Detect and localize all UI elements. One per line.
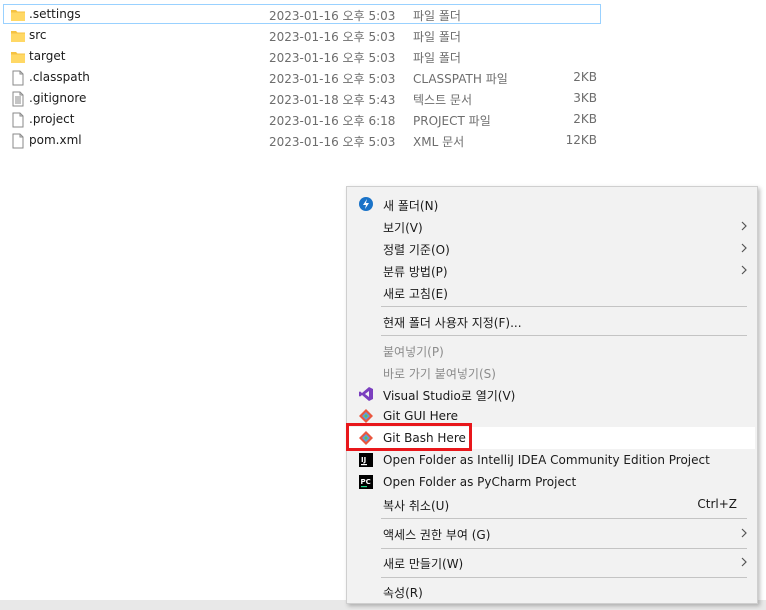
file-icon [12, 70, 24, 86]
file-row[interactable]: pom.xml 2023-01-16 오후 5:03 XML 문서 12KB [3, 130, 601, 150]
menu-separator [381, 518, 747, 519]
menu-item-group-by[interactable]: 분류 방법(P) [349, 259, 755, 281]
menu-item-open-pycharm[interactable]: PC Open Folder as PyCharm Project [349, 471, 755, 493]
menu-item-label: Open Folder as PyCharm Project [383, 475, 577, 489]
menu-item-view[interactable]: 보기(V) [349, 215, 755, 237]
menu-item-properties[interactable]: 속성(R) [349, 580, 755, 602]
file-name: .settings [29, 7, 81, 21]
file-name: src [29, 28, 47, 42]
menu-item-label: 분류 방법(P) [383, 265, 448, 279]
file-date: 2023-01-16 오후 5:03 [269, 51, 396, 65]
menu-item-new[interactable]: 새로 만들기(W) [349, 551, 755, 573]
file-row[interactable]: src 2023-01-16 오후 5:03 파일 폴더 [3, 25, 601, 45]
menu-item-label: Git GUI Here [383, 409, 459, 423]
menu-item-customize-folder[interactable]: 현재 폴더 사용자 지정(F)... [349, 310, 755, 332]
context-menu: 새 폴더(N) 보기(V) 정렬 기준(O) 분류 방법(P) 새로 고침(E)… [346, 186, 758, 604]
file-date: 2023-01-16 오후 5:03 [269, 72, 396, 86]
new-folder-icon [359, 197, 373, 211]
file-date: 2023-01-16 오후 5:03 [269, 135, 396, 149]
file-type: 파일 폴더 [413, 30, 461, 44]
svg-text:PC: PC [361, 478, 371, 486]
menu-item-new-folder[interactable]: 새 폴더(N) [349, 193, 755, 215]
pycharm-icon: PC [359, 475, 373, 489]
file-size: 2KB [573, 112, 597, 126]
menu-item-open-visual-studio[interactable]: Visual Studio로 열기(V) [349, 383, 755, 405]
chevron-right-icon [741, 528, 747, 538]
menu-item-label: Open Folder as IntelliJ IDEA Community E… [383, 453, 710, 467]
chevron-right-icon [741, 243, 747, 253]
menu-item-label: 붙여넣기(P) [383, 345, 444, 359]
file-type: 파일 폴더 [413, 9, 461, 23]
file-icon [12, 133, 24, 149]
menu-item-label: 액세스 권한 부여 (G) [383, 528, 491, 542]
file-date: 2023-01-16 오후 5:03 [269, 9, 396, 23]
file-size: 3KB [573, 91, 597, 105]
menu-item-open-intellij[interactable]: IJ Open Folder as IntelliJ IDEA Communit… [349, 449, 755, 471]
menu-item-label: 현재 폴더 사용자 지정(F)... [383, 316, 522, 330]
menu-item-label: 새 폴더(N) [383, 199, 439, 213]
menu-item-label: 복사 취소(U) [383, 499, 450, 513]
menu-item-paste-shortcut: 바로 가기 붙여넣기(S) [349, 361, 755, 383]
file-type: XML 문서 [413, 135, 465, 149]
menu-item-label: 정렬 기준(O) [383, 243, 450, 257]
menu-item-label: 새로 만들기(W) [383, 557, 464, 571]
intellij-icon: IJ [359, 453, 373, 467]
file-date: 2023-01-16 오후 5:03 [269, 30, 396, 44]
visual-studio-icon [359, 387, 373, 401]
chevron-right-icon [741, 265, 747, 275]
menu-separator [381, 577, 747, 578]
menu-item-undo-copy[interactable]: 복사 취소(U) Ctrl+Z [349, 493, 755, 515]
file-size: 12KB [565, 133, 597, 147]
file-type: 텍스트 문서 [413, 93, 473, 107]
folder-icon [11, 52, 25, 63]
folder-icon [11, 31, 25, 42]
file-name: pom.xml [29, 133, 82, 147]
menu-item-sort-by[interactable]: 정렬 기준(O) [349, 237, 755, 259]
file-row[interactable]: .settings 2023-01-16 오후 5:03 파일 폴더 [3, 4, 601, 24]
file-name: .gitignore [29, 91, 87, 105]
menu-item-shortcut: Ctrl+Z [697, 497, 737, 511]
chevron-right-icon [741, 221, 747, 231]
file-type: PROJECT 파일 [413, 114, 491, 128]
menu-separator [381, 306, 747, 307]
file-type: CLASSPATH 파일 [413, 72, 508, 86]
file-name: .project [29, 112, 75, 126]
menu-item-label: 새로 고침(E) [383, 287, 448, 301]
file-type: 파일 폴더 [413, 51, 461, 65]
file-size: 2KB [573, 70, 597, 84]
file-name: target [29, 49, 66, 63]
git-gui-icon [359, 409, 373, 423]
file-date: 2023-01-18 오후 5:43 [269, 93, 396, 107]
menu-separator [381, 335, 747, 336]
menu-item-label: 바로 가기 붙여넣기(S) [383, 367, 496, 381]
file-row[interactable]: target 2023-01-16 오후 5:03 파일 폴더 [3, 46, 601, 66]
chevron-right-icon [741, 557, 747, 567]
folder-icon [11, 10, 25, 21]
file-icon [12, 112, 24, 128]
svg-text:IJ: IJ [361, 456, 366, 464]
file-row[interactable]: .classpath 2023-01-16 오후 5:03 CLASSPATH … [3, 67, 601, 87]
text-file-icon [12, 91, 24, 107]
menu-item-paste: 붙여넣기(P) [349, 339, 755, 361]
menu-item-refresh[interactable]: 새로 고침(E) [349, 281, 755, 303]
file-date: 2023-01-16 오후 6:18 [269, 114, 396, 128]
menu-separator [381, 548, 747, 549]
menu-item-label: Visual Studio로 열기(V) [383, 389, 516, 403]
file-name: .classpath [29, 70, 90, 84]
menu-item-grant-access[interactable]: 액세스 권한 부여 (G) [349, 522, 755, 544]
file-row[interactable]: .project 2023-01-16 오후 6:18 PROJECT 파일 2… [3, 109, 601, 129]
menu-item-label: 보기(V) [383, 221, 423, 235]
annotation-highlight-box [346, 423, 472, 451]
menu-item-label: 속성(R) [383, 586, 423, 600]
file-row[interactable]: .gitignore 2023-01-18 오후 5:43 텍스트 문서 3KB [3, 88, 601, 108]
